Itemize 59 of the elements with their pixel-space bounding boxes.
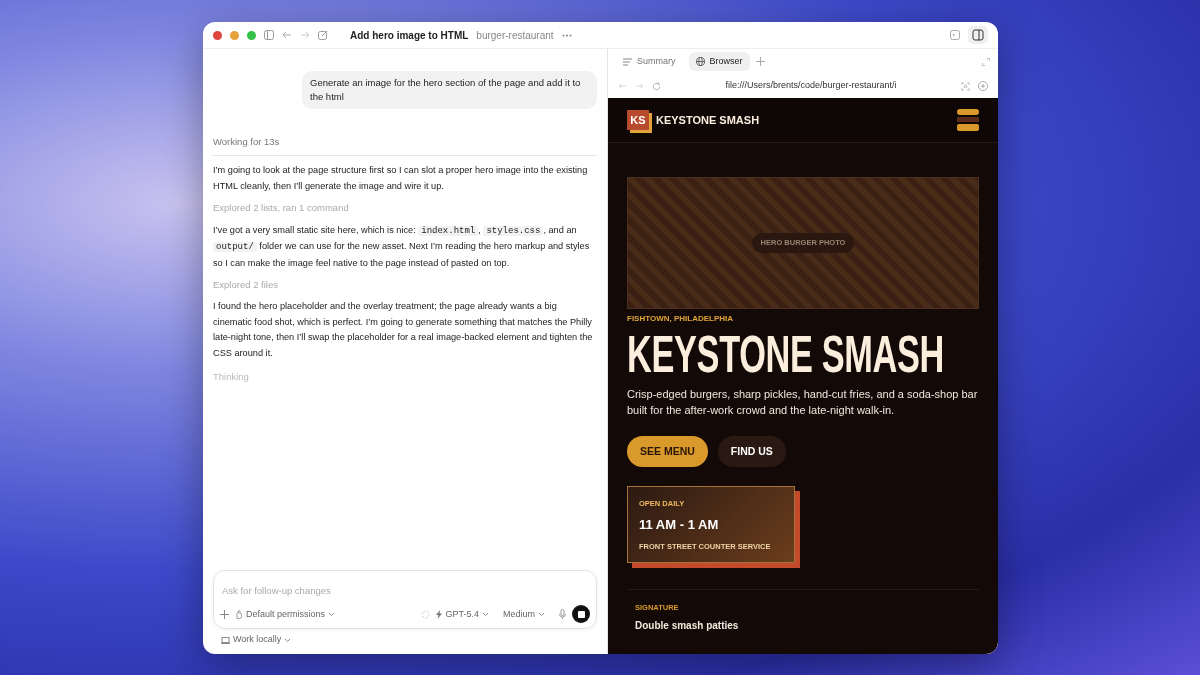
burger-menu-icon[interactable]	[957, 109, 979, 131]
caret-icon	[482, 611, 489, 617]
activity-summary: Explored 2 lists, ran 1 command	[213, 201, 350, 216]
see-menu-button[interactable]: SEE MENU	[627, 436, 708, 467]
window-title: Add hero image to HTML	[350, 28, 469, 43]
spinner-icon	[421, 609, 431, 619]
signature-text: Double smash patties	[635, 619, 740, 634]
hours-time: 11 AM - 1 AM	[639, 516, 720, 535]
user-message: Generate an image for the hero section of the page and add it to the html	[302, 71, 597, 109]
close-window-button[interactable]	[213, 30, 222, 40]
working-status: Working for 13s	[213, 135, 597, 157]
back-arrow-icon[interactable]	[282, 30, 292, 40]
activity-summary: Explored 2 files	[213, 278, 279, 292]
stop-button[interactable]	[572, 605, 590, 624]
screenshot-icon[interactable]	[961, 81, 970, 91]
globe-icon	[695, 57, 705, 66]
more-options-icon[interactable]	[561, 33, 572, 37]
forward-arrow-icon[interactable]	[635, 82, 644, 90]
model-dropdown[interactable]: GPT-5.4	[436, 607, 489, 621]
expand-icon[interactable]	[982, 57, 990, 66]
brand-name[interactable]: KEYSTONE SMASH	[656, 111, 760, 129]
assistant-message: I’ve got a very small static site here, which is nice: index.html , styles.css , and an output/ folder we can use for the new asset. Next I’m reading the hero markup and styles so I can make the image feel native to the page instead of pasted on top.	[213, 223, 591, 270]
logo-badge: KS	[627, 110, 649, 130]
maximize-window-button[interactable]	[247, 30, 256, 40]
assistant-message: I’m going to look at the page structure first so I can slot a proper hero image into the existing HTML cleanly, then I’ll generate the image and wire it up.	[213, 164, 589, 193]
add-icon[interactable]	[978, 81, 988, 91]
sidebar-toggle-icon[interactable]	[264, 30, 274, 40]
thinking-status: Thinking	[213, 370, 250, 385]
effort-dropdown[interactable]: Medium	[503, 607, 545, 621]
permissions-dropdown[interactable]: Default permissions	[235, 607, 336, 621]
assistant-message: I found the hero placeholder and the overlay treatment; the page already wants a big cinematic food shot, which is perfect. I’m going to generate something that matches the Philly late-night tone, then I’ll swap the placeholder for a real image-backed element and tighten the CSS around it.	[213, 300, 594, 360]
caret-icon	[538, 611, 545, 617]
microphone-icon[interactable]	[559, 609, 566, 620]
terminal-icon[interactable]	[950, 30, 960, 40]
url-text[interactable]: file:///Users/brents/code/burger-restaurant/i	[669, 79, 953, 93]
add-tab-icon[interactable]	[755, 57, 765, 66]
minimize-window-button[interactable]	[230, 30, 239, 40]
project-name: burger-restaurant	[476, 28, 554, 43]
caret-icon	[284, 637, 292, 643]
work-mode-dropdown[interactable]: Work locally	[221, 633, 292, 647]
forward-arrow-icon[interactable]	[300, 30, 310, 40]
panel-toggle-icon[interactable]	[968, 26, 988, 44]
reload-icon[interactable]	[652, 81, 661, 91]
hero-description: Crisp-edged burgers, sharp pickles, hand-cut fries, and a soda-shop bar built for the after-work crowd and the late-night walk-in.	[627, 387, 979, 418]
hero-heading: KEYSTONE SMASH	[627, 328, 945, 380]
caret-icon	[328, 611, 336, 617]
location-label: FISHTOWN, PHILADELPHIA	[627, 313, 735, 325]
add-icon[interactable]	[220, 609, 229, 619]
back-arrow-icon[interactable]	[618, 82, 627, 90]
laptop-icon	[221, 636, 230, 644]
follow-up-input[interactable]: Ask for follow-up changes Default permissions GPT-5.4 Medium	[213, 569, 597, 630]
stop-icon	[577, 610, 585, 618]
new-chat-icon[interactable]	[318, 30, 328, 40]
panel-tab[interactable]: Summary	[616, 51, 683, 72]
find-us-button[interactable]: FIND US	[717, 436, 786, 467]
lightning-icon	[436, 609, 443, 619]
panel-tab[interactable]: Browser	[688, 51, 750, 72]
list-icon	[623, 57, 632, 66]
hand-icon	[235, 609, 243, 619]
